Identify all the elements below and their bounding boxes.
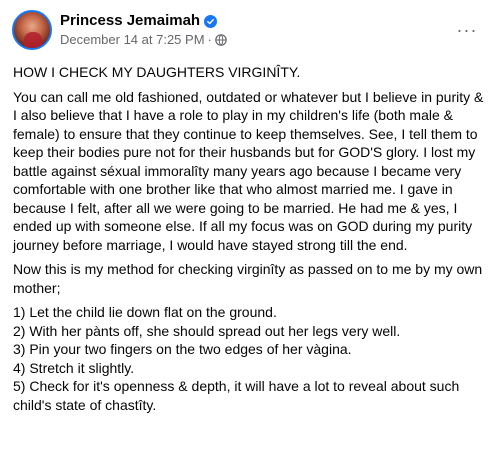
author-avatar[interactable] [12,10,52,50]
step-item: 2) With her pànts off, she should spread… [13,322,401,339]
post-body: HOW I CHECK MY DAUGHTERS VIRGINÎTY. You … [13,63,491,414]
meta-separator: · [207,32,212,47]
step-item: 5) Check for it's openness & depth, it w… [13,378,460,413]
post-header: Princess Jemaimah December 14 at 7:25 PM… [12,8,485,52]
step-item: 1) Let the child lie down flat on the gr… [13,304,277,320]
post-meta: December 14 at 7:25 PM · [60,32,227,48]
facebook-post: Princess Jemaimah December 14 at 7:25 PM… [0,0,497,469]
step-item: 4) Stretch it slightly. [13,359,135,376]
post-paragraph-2: Now this is my method for checking virgi… [13,261,483,296]
verified-badge-icon [204,14,218,28]
post-heading: HOW I CHECK MY DAUGHTERS VIRGINÎTY. [13,64,301,80]
post-timestamp[interactable]: December 14 at 7:25 PM [60,32,205,48]
post-paragraph-1: You can call me old fashioned, outdated … [13,88,484,253]
author-block: Princess Jemaimah December 14 at 7:25 PM… [60,12,227,48]
author-row: Princess Jemaimah [60,12,227,30]
globe-icon[interactable] [215,34,227,46]
more-options-button[interactable]: ··· [457,20,477,40]
author-name[interactable]: Princess Jemaimah [60,12,200,30]
steps-list: 1) Let the child lie down flat on the gr… [13,303,491,414]
step-item: 3) Pin your two fingers on the two edges… [13,341,352,357]
